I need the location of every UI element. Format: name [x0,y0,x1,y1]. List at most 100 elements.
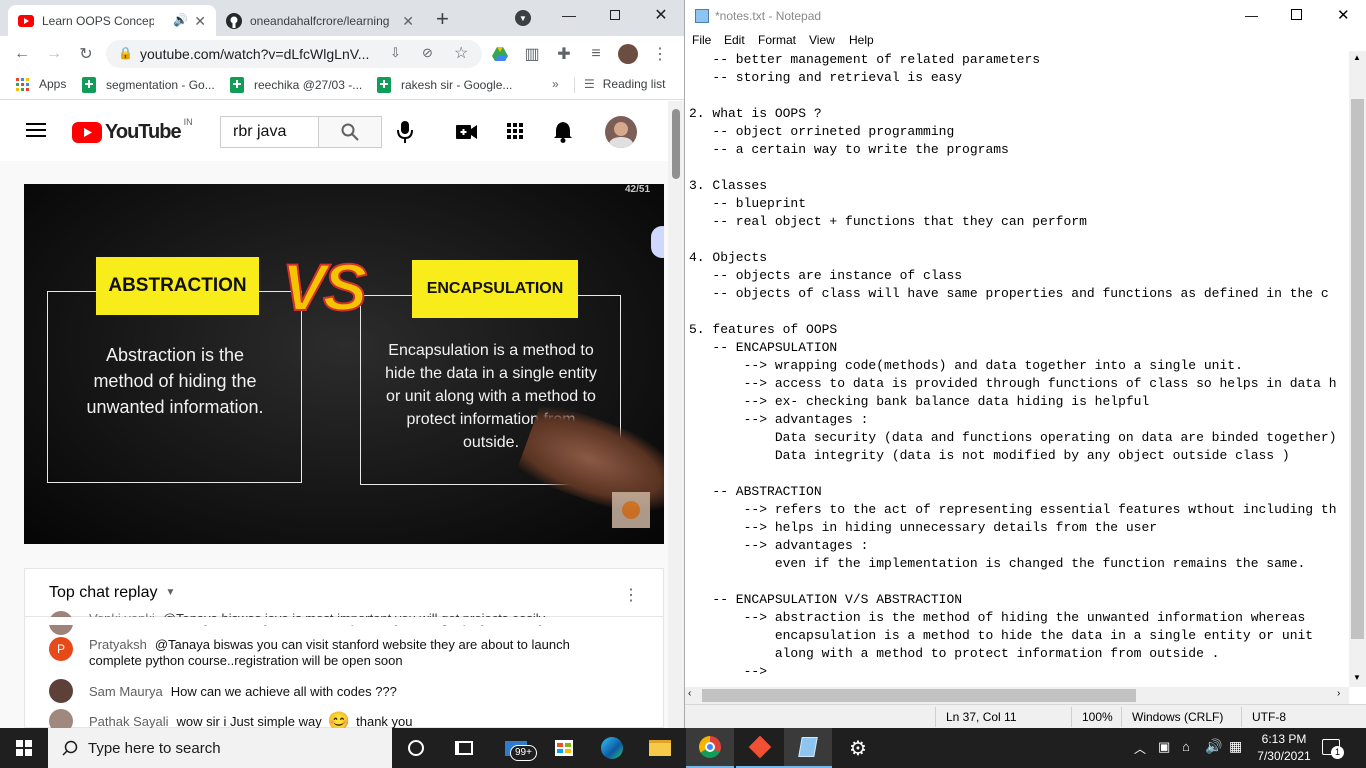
reload-icon[interactable]: ↻ [76,44,96,64]
show-hidden-icons-chevron-icon[interactable]: ︿ [1134,740,1146,757]
vertical-scrollbar[interactable]: ▲ ▼ [1349,51,1366,687]
system-clock[interactable]: 6:13 PM 7/30/2021 [1254,731,1314,765]
scroll-down-arrow-icon[interactable]: ▼ [1353,673,1361,682]
action-center-button[interactable]: 1 [1322,739,1344,759]
store-app-icon[interactable] [540,728,588,768]
close-window-button[interactable]: ✕ [638,0,684,30]
tab-strip: Learn OOPS Concepts 🔊 ✕ oneandahalfcrore… [0,0,684,36]
youtube-wordmark: YouTube [105,121,182,143]
address-bar[interactable]: 🔒 youtube.com/watch?v=dLfcWlgLnV... ⇩ ⊘ … [106,40,482,68]
back-arrow-icon[interactable]: ← [12,44,32,64]
chat-author[interactable]: Sam Maurya [89,684,163,699]
scrollbar-thumb[interactable] [702,689,1136,702]
eye-slash-icon[interactable]: ⊘ [422,45,433,61]
chat-mode-dropdown[interactable]: Top chat replay [49,584,158,602]
bookmark-star-icon[interactable]: ☆ [454,43,468,63]
bookmark-rakesh[interactable]: rakesh sir - Google... [377,77,512,93]
divider [1121,707,1122,727]
media-queue-icon[interactable]: ≡ [586,44,606,64]
scroll-right-arrow-icon[interactable]: › [1337,688,1340,699]
menu-edit[interactable]: Edit [724,33,745,47]
close-tab-icon[interactable]: ✕ [194,13,206,30]
sheets-icon [82,77,96,93]
git-gui-icon[interactable] [736,728,784,768]
channel-watermark-icon[interactable] [612,492,650,528]
reading-list-button[interactable]: ☰ Reading list [584,77,665,91]
bookmark-reechika[interactable]: reechika @27/03 -... [230,77,362,93]
text-line: encapsulation is a method to hide the da… [689,628,1314,643]
maximize-button[interactable] [592,0,638,30]
minimize-button[interactable]: — [1245,8,1258,23]
chat-author[interactable]: Pratyaksh [89,637,147,652]
start-windows-icon[interactable] [16,740,32,756]
text-line: Data security (data and functions operat… [689,430,1337,445]
zoom-level: 100% [1082,710,1113,724]
chat-more-icon[interactable]: ⋮ [623,585,639,605]
chrome-menu-icon[interactable]: ⋮ [650,44,670,64]
tab-learn-oops[interactable]: Learn OOPS Concepts 🔊 ✕ [8,5,216,36]
text-line: 2. what is OOPS ? [689,106,822,121]
text-line: -- objects are instance of class [689,268,963,283]
line-ending: Windows (CRLF) [1132,710,1224,724]
tab-github[interactable]: oneandahalfcrore/learning ✕ [216,5,424,36]
network-icon[interactable]: ⌂ [1182,739,1190,754]
notification-center-icon[interactable]: ▦ [1229,738,1242,755]
video-player[interactable]: 42/51 ABSTRACTION ENCAPSULATION VS Abstr… [24,184,664,544]
tab-search-icon[interactable]: ▼ [515,10,531,26]
drive-extension-icon[interactable] [490,44,510,64]
meet-now-icon[interactable]: ▣ [1158,739,1170,755]
new-tab-button[interactable]: + [436,6,449,32]
youtube-search-button[interactable] [318,116,382,148]
youtube-search-input[interactable]: rbr java [220,116,318,148]
youtube-logo[interactable]: YouTube IN [72,117,193,144]
scrollbar-thumb[interactable] [1351,99,1364,639]
taskbar-search-box[interactable]: Type here to search [48,728,392,768]
menu-view[interactable]: View [809,33,835,47]
chrome-taskbar-icon[interactable] [686,728,734,768]
forward-arrow-icon[interactable]: → [44,44,64,64]
notepad-taskbar-icon[interactable] [784,728,832,768]
chevron-down-icon[interactable]: ▼ [166,587,176,598]
scrollbar-thumb[interactable] [672,109,680,179]
youtube-apps-icon[interactable] [507,123,523,139]
text-line: -- a certain way to write the programs [689,142,1009,157]
horizontal-scrollbar[interactable]: ‹ › [685,687,1349,704]
cortana-icon[interactable] [392,728,440,768]
edge-browser-icon[interactable] [588,728,636,768]
text-line: 3. Classes [689,178,768,193]
create-video-icon[interactable] [456,125,478,139]
page-scrollbar[interactable] [668,101,684,728]
side-overlay-icon[interactable] [651,226,664,258]
account-avatar[interactable] [605,116,637,148]
bookmark-apps[interactable]: Apps [16,77,66,91]
scroll-up-arrow-icon[interactable]: ▲ [1353,53,1361,62]
file-explorer-icon[interactable] [636,728,684,768]
menu-help[interactable]: Help [849,33,874,47]
maximize-button[interactable] [1291,9,1302,20]
audio-playing-icon[interactable]: 🔊 [173,13,188,27]
bookmark-segmentation[interactable]: segmentation - Go... [82,77,215,93]
chart-extension-icon[interactable]: ▥ [522,44,542,64]
volume-speaker-icon[interactable]: 🔊 [1205,738,1222,755]
bookmarks-bar: Apps segmentation - Go... reechika @27/0… [0,71,684,100]
chat-author[interactable]: Pathak Sayali [89,714,169,729]
settings-gear-icon[interactable]: ⚙ [834,728,882,768]
menu-file[interactable]: File [692,33,711,47]
close-tab-icon[interactable]: ✕ [402,13,414,30]
menu-format[interactable]: Format [758,33,796,47]
voice-search-mic-icon[interactable] [396,121,414,143]
task-view-icon[interactable] [440,728,488,768]
close-window-button[interactable]: ✕ [1337,6,1350,24]
notepad-text-area[interactable]: -- better management of related paramete… [687,51,1351,687]
install-icon[interactable]: ⇩ [390,45,401,61]
sheets-icon [230,77,244,93]
notifications-bell-icon[interactable] [554,121,572,143]
profile-avatar-icon[interactable] [618,44,638,64]
more-bookmarks-icon[interactable]: » [552,77,559,91]
mail-app-icon[interactable]: 99+ [492,728,540,768]
extensions-puzzle-icon[interactable]: ✚ [554,44,574,64]
hamburger-menu-icon[interactable] [26,123,46,137]
clock-time: 6:13 PM [1261,732,1307,746]
scroll-left-arrow-icon[interactable]: ‹ [688,688,691,699]
minimize-button[interactable]: — [546,0,592,30]
